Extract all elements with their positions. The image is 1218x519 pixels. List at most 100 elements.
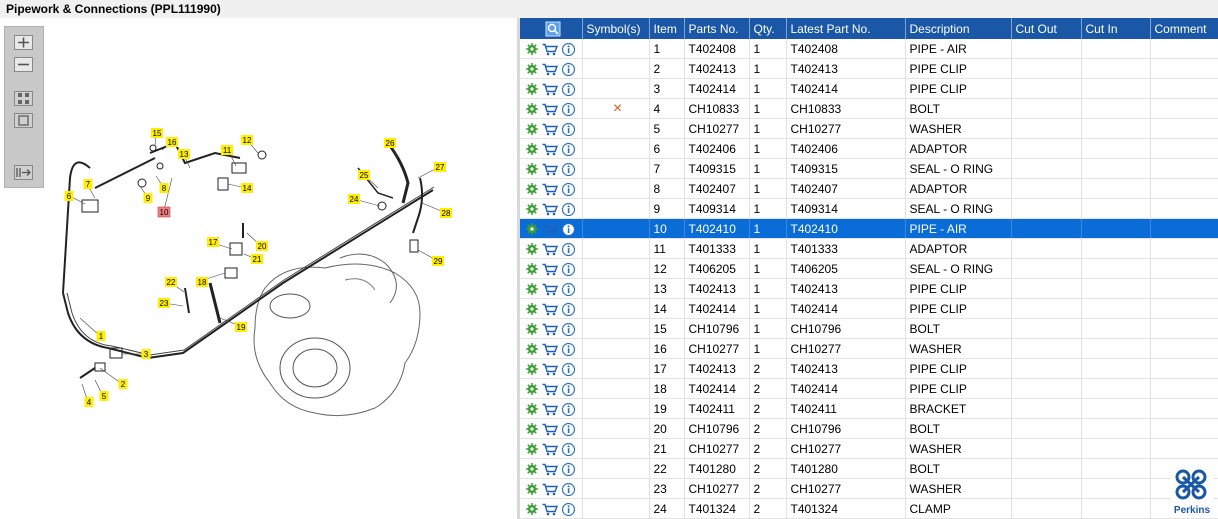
callout-22[interactable]: 22 [165, 277, 177, 287]
table-row[interactable]: 24 T401324 2 T401324 CLAMP [520, 498, 1218, 519]
callout-7[interactable]: 7 [83, 179, 93, 189]
cart-icon[interactable] [542, 423, 558, 436]
gear-icon[interactable] [526, 203, 538, 216]
callout-28[interactable]: 28 [440, 208, 452, 218]
cart-icon[interactable] [542, 203, 558, 216]
cart-icon[interactable] [542, 83, 558, 96]
gear-icon[interactable] [526, 463, 538, 476]
table-row[interactable]: 10 T402410 1 T402410 PIPE - AIR [520, 218, 1218, 239]
exploded-diagram-panel[interactable]: 1 2 3 4 5 6 7 8 9 10 11 12 13 14 15 16 17 18 19 20 21 22 23 24 2… [0, 18, 517, 519]
cart-icon[interactable] [542, 443, 558, 456]
info-icon[interactable] [562, 322, 575, 336]
gear-icon[interactable] [526, 163, 538, 176]
info-icon[interactable] [562, 342, 575, 356]
info-icon[interactable] [562, 222, 575, 236]
cart-icon[interactable] [542, 503, 558, 516]
callout-21[interactable]: 21 [251, 254, 263, 264]
table-row[interactable]: 3 T402414 1 T402414 PIPE CLIP [520, 78, 1218, 99]
table-row[interactable]: 11 T401333 1 T401333 ADAPTOR [520, 238, 1218, 259]
cart-icon[interactable] [542, 223, 558, 236]
gear-icon[interactable] [526, 263, 538, 276]
info-icon[interactable] [562, 202, 575, 216]
info-icon[interactable] [562, 142, 575, 156]
callout-11[interactable]: 11 [221, 145, 233, 155]
cart-icon[interactable] [542, 43, 558, 56]
callout-8[interactable]: 8 [159, 183, 169, 193]
gear-icon[interactable] [526, 363, 538, 376]
cart-icon[interactable] [542, 343, 558, 356]
header-qty[interactable]: Qty. [749, 18, 787, 39]
gear-icon[interactable] [526, 283, 538, 296]
parts-list-grid[interactable]: Symbol(s) Item Parts No. Qty. Latest Par… [520, 18, 1218, 519]
info-icon[interactable] [562, 502, 575, 516]
info-icon[interactable] [562, 382, 575, 396]
callout-9[interactable]: 9 [143, 193, 153, 203]
info-icon[interactable] [562, 242, 575, 256]
table-row[interactable]: 20 CH10796 2 CH10796 BOLT [520, 418, 1218, 439]
cart-icon[interactable] [542, 163, 558, 176]
callout-26[interactable]: 26 [384, 138, 396, 148]
cart-icon[interactable] [542, 363, 558, 376]
gear-icon[interactable] [526, 143, 538, 156]
gear-icon[interactable] [526, 303, 538, 316]
info-icon[interactable] [562, 262, 575, 276]
callout-18[interactable]: 18 [196, 277, 208, 287]
callout-19[interactable]: 19 [235, 322, 247, 332]
header-cut-out[interactable]: Cut Out [1011, 18, 1082, 39]
header-latest-part-no[interactable]: Latest Part No. [786, 18, 906, 39]
table-row[interactable]: 23 CH10277 2 CH10277 WASHER [520, 478, 1218, 499]
callout-14[interactable]: 14 [241, 183, 253, 193]
gear-icon[interactable] [526, 223, 538, 236]
callout-3[interactable]: 3 [141, 349, 151, 359]
table-row[interactable]: 7 T409315 1 T409315 SEAL - O RING [520, 158, 1218, 179]
gear-icon[interactable] [526, 323, 538, 336]
header-description[interactable]: Description [905, 18, 1012, 39]
info-icon[interactable] [562, 102, 575, 116]
info-icon[interactable] [562, 302, 575, 316]
cart-icon[interactable] [542, 123, 558, 136]
callout-24[interactable]: 24 [348, 194, 360, 204]
cart-icon[interactable] [542, 63, 558, 76]
info-icon[interactable] [562, 482, 575, 496]
gear-icon[interactable] [526, 83, 538, 96]
table-row[interactable]: 5 CH10277 1 CH10277 WASHER [520, 118, 1218, 139]
gear-icon[interactable] [526, 503, 538, 516]
table-row[interactable]: 2 T402413 1 T402413 PIPE CLIP [520, 58, 1218, 79]
gear-icon[interactable] [526, 123, 538, 136]
callout-15[interactable]: 15 [151, 128, 163, 138]
header-cut-in[interactable]: Cut In [1081, 18, 1151, 39]
callout-5[interactable]: 5 [99, 391, 109, 401]
table-row[interactable]: 17 T402413 2 T402413 PIPE CLIP [520, 358, 1218, 379]
info-icon[interactable] [562, 42, 575, 56]
table-row[interactable]: 9 T409314 1 T409314 SEAL - O RING [520, 198, 1218, 219]
table-row[interactable]: 16 CH10277 1 CH10277 WASHER [520, 338, 1218, 359]
cart-icon[interactable] [542, 463, 558, 476]
table-row[interactable]: 14 T402414 1 T402414 PIPE CLIP [520, 298, 1218, 319]
table-row[interactable]: 12 T406205 1 T406205 SEAL - O RING [520, 258, 1218, 279]
header-comment[interactable]: Comment [1150, 18, 1218, 39]
info-icon[interactable] [562, 62, 575, 76]
table-row[interactable]: 8 T402407 1 T402407 ADAPTOR [520, 178, 1218, 199]
info-icon[interactable] [562, 282, 575, 296]
gear-icon[interactable] [526, 103, 538, 116]
info-icon[interactable] [562, 182, 575, 196]
table-row[interactable]: 1 T402408 1 T402408 PIPE - AIR [520, 39, 1218, 59]
table-row[interactable]: 13 T402413 1 T402413 PIPE CLIP [520, 278, 1218, 299]
callout-4[interactable]: 4 [84, 397, 94, 407]
table-row[interactable]: 15 CH10796 1 CH10796 BOLT [520, 318, 1218, 339]
gear-icon[interactable] [526, 343, 538, 356]
gear-icon[interactable] [526, 383, 538, 396]
callout-13[interactable]: 13 [178, 149, 190, 159]
header-parts-no[interactable]: Parts No. [684, 18, 750, 39]
gear-icon[interactable] [526, 483, 538, 496]
gear-icon[interactable] [526, 63, 538, 76]
table-row[interactable]: 6 T402406 1 T402406 ADAPTOR [520, 138, 1218, 159]
cart-icon[interactable] [542, 383, 558, 396]
cart-icon[interactable] [542, 483, 558, 496]
cart-icon[interactable] [542, 183, 558, 196]
table-row[interactable]: × 4 CH10833 1 CH10833 BOLT [520, 98, 1218, 119]
info-icon[interactable] [562, 422, 575, 436]
table-row[interactable]: 21 CH10277 2 CH10277 WASHER [520, 438, 1218, 459]
callout-27[interactable]: 27 [434, 162, 446, 172]
gear-icon[interactable] [526, 403, 538, 416]
